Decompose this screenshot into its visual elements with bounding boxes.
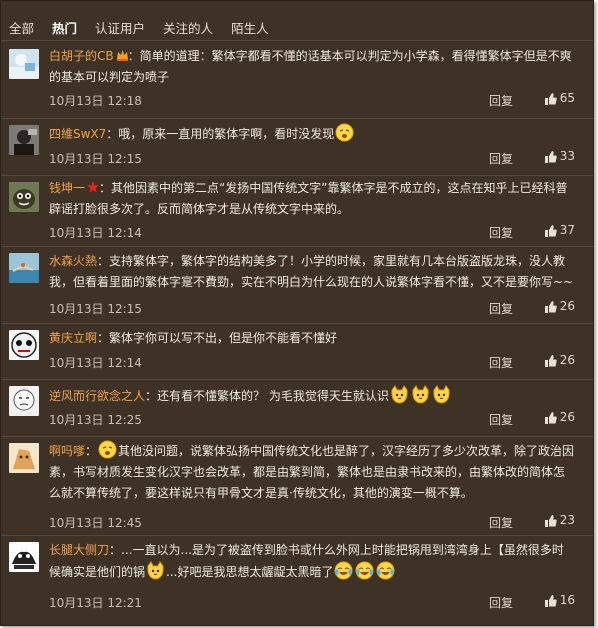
comment-text: ：哦，原来一直用的繁体字啊，看时没发现 — [106, 127, 335, 141]
filter-tabs: 全部 热门 认证用户 关注的人 陌生人 — [9, 18, 287, 38]
like-count: 16 — [559, 593, 575, 607]
star-icon — [87, 179, 100, 193]
username[interactable]: 白胡子的CB — [49, 49, 114, 63]
avatar[interactable] — [9, 182, 39, 212]
like-button[interactable]: 26 — [544, 410, 575, 424]
comment-text: ：支持繁体字，繁体字的结构美多了！小学的时候，家里就有几本台版盗版龙珠，没人教我… — [49, 254, 574, 289]
reply-button[interactable]: 回复 — [489, 92, 513, 109]
comment-item: 钱坤一 ：其他因素中的第二点“发扬中国传统文字”靠繁体字是不成立的，这点在知乎上已… — [1, 176, 593, 247]
timestamp: 10月13日 12:25 — [49, 413, 142, 427]
vip-crown-icon — [116, 47, 128, 61]
reply-button[interactable]: 回复 — [489, 354, 513, 371]
tab-hot[interactable]: 热门 — [52, 18, 77, 38]
like-count: 23 — [559, 513, 575, 527]
cat-face-icon — [411, 385, 430, 404]
comment-item: 黄庆立啊：繁体字你可以写不出，但是你不能看不懂好 10月13日 12:14 回复… — [1, 324, 593, 380]
yawn-face-icon — [98, 440, 117, 459]
comment-text: ： — [85, 444, 98, 458]
avatar[interactable] — [9, 125, 39, 155]
timestamp: 10月13日 12:45 — [49, 516, 142, 530]
avatar[interactable] — [9, 443, 39, 473]
reply-button[interactable]: 回复 — [489, 300, 513, 317]
comment-text: ...好吧是我思想太龌龊太黑暗了 — [166, 565, 334, 579]
comment-text: ：简单的道理：繁体字都看不懂的话基本可以判定为小学森，看得懂繁体字但是不爽的基本… — [49, 49, 572, 84]
comment-item: 啊吗嗲： 其他没问题，说繁体弘扬中国传统文化也是醉了，汉字经历了多少次改革，除了政… — [1, 437, 593, 536]
avatar[interactable] — [9, 330, 39, 360]
thumbs-up-icon — [544, 301, 557, 313]
avatar[interactable] — [9, 542, 39, 572]
like-button[interactable]: 26 — [544, 299, 575, 313]
comment-text: ：还有看不懂繁体的？ 为毛我觉得天生就认识 — [145, 389, 389, 403]
like-count: 33 — [559, 149, 575, 163]
comment-text: 其他没问题，说繁体弘扬中国传统文化也是醉了，汉字经历了多少次改革，除了政治因素，… — [49, 444, 575, 500]
crying-laugh-icon — [355, 561, 374, 580]
cat-face-icon — [432, 385, 451, 404]
crying-laugh-icon — [334, 561, 353, 580]
username[interactable]: 四維SwX7 — [49, 127, 106, 141]
like-button[interactable]: 16 — [544, 593, 575, 607]
cat-face-icon — [146, 561, 165, 580]
avatar[interactable] — [9, 49, 39, 79]
like-button[interactable]: 37 — [544, 223, 575, 237]
username[interactable]: 逆风而行欲念之人 — [49, 389, 145, 403]
comment-item: 水森火熱：支持繁体字，繁体字的结构美多了！小学的时候，家里就有几本台版盗版龙珠，… — [1, 247, 593, 324]
thumbs-up-icon — [544, 151, 557, 163]
like-button[interactable]: 23 — [544, 513, 575, 527]
like-button[interactable]: 65 — [544, 91, 575, 105]
thumbs-up-icon — [544, 412, 557, 424]
cat-face-icon — [390, 385, 409, 404]
timestamp: 10月13日 12:15 — [49, 302, 142, 316]
crying-laugh-icon — [376, 561, 395, 580]
thumbs-up-icon — [544, 515, 557, 527]
like-button[interactable]: 26 — [544, 353, 575, 367]
like-count: 26 — [559, 353, 575, 367]
avatar[interactable] — [9, 253, 39, 283]
avatar[interactable] — [9, 386, 39, 416]
comment-item: 白胡子的CB ：简单的道理：繁体字都看不懂的话基本可以判定为小学森，看得懂繁体字但… — [1, 41, 593, 119]
reply-button[interactable]: 回复 — [489, 594, 513, 611]
tab-following[interactable]: 关注的人 — [163, 18, 213, 38]
like-count: 26 — [559, 299, 575, 313]
timestamp: 10月13日 12:15 — [49, 152, 142, 166]
tab-verified[interactable]: 认证用户 — [95, 18, 145, 38]
comment-panel: 全部 热门 认证用户 关注的人 陌生人 白胡子的CB ：简单的道理：繁体字都看不懂… — [0, 0, 594, 626]
username[interactable]: 啊吗嗲 — [49, 444, 85, 458]
username[interactable]: 黄庆立啊 — [49, 331, 97, 345]
timestamp: 10月13日 12:18 — [49, 94, 142, 108]
timestamp: 10月13日 12:14 — [49, 356, 142, 370]
comment-text: ：繁体字你可以写不出，但是你不能看不懂好 — [97, 331, 338, 345]
like-count: 37 — [559, 223, 575, 237]
reply-button[interactable]: 回复 — [489, 224, 513, 241]
tab-all[interactable]: 全部 — [9, 18, 34, 38]
comment-item: 四維SwX7：哦，原来一直用的繁体字啊，看时没发现 10月13日 12:15 回… — [1, 119, 593, 176]
thumbs-up-icon — [544, 225, 557, 237]
reply-button[interactable]: 回复 — [489, 411, 513, 428]
username[interactable]: 钱坤一 — [49, 181, 85, 195]
like-count: 26 — [559, 410, 575, 424]
comment-item: 逆风而行欲念之人：还有看不懂繁体的？ 为毛我觉得天生就认识 10月13日 12:… — [1, 380, 593, 437]
tab-strangers[interactable]: 陌生人 — [231, 18, 269, 38]
comment-text: ：其他因素中的第二点“发扬中国传统文字”靠繁体字是不成立的，这点在知乎上已经科普… — [49, 181, 568, 216]
timestamp: 10月13日 12:21 — [49, 596, 142, 610]
yawn-face-icon — [335, 123, 354, 142]
comment-item: 长腿大侧刀：...一直以为...是为了被盗传到脸书或什么外网上时能把锅甩到湾湾身… — [1, 536, 593, 616]
username[interactable]: 水森火熱 — [49, 254, 97, 268]
timestamp: 10月13日 12:14 — [49, 226, 142, 240]
thumbs-up-icon — [544, 355, 557, 367]
like-count: 65 — [559, 91, 575, 105]
username[interactable]: 长腿大侧刀 — [49, 543, 109, 557]
thumbs-up-icon — [544, 93, 557, 105]
thumbs-up-icon — [544, 595, 557, 607]
reply-button[interactable]: 回复 — [489, 150, 513, 167]
like-button[interactable]: 33 — [544, 149, 575, 163]
reply-button[interactable]: 回复 — [489, 514, 513, 531]
